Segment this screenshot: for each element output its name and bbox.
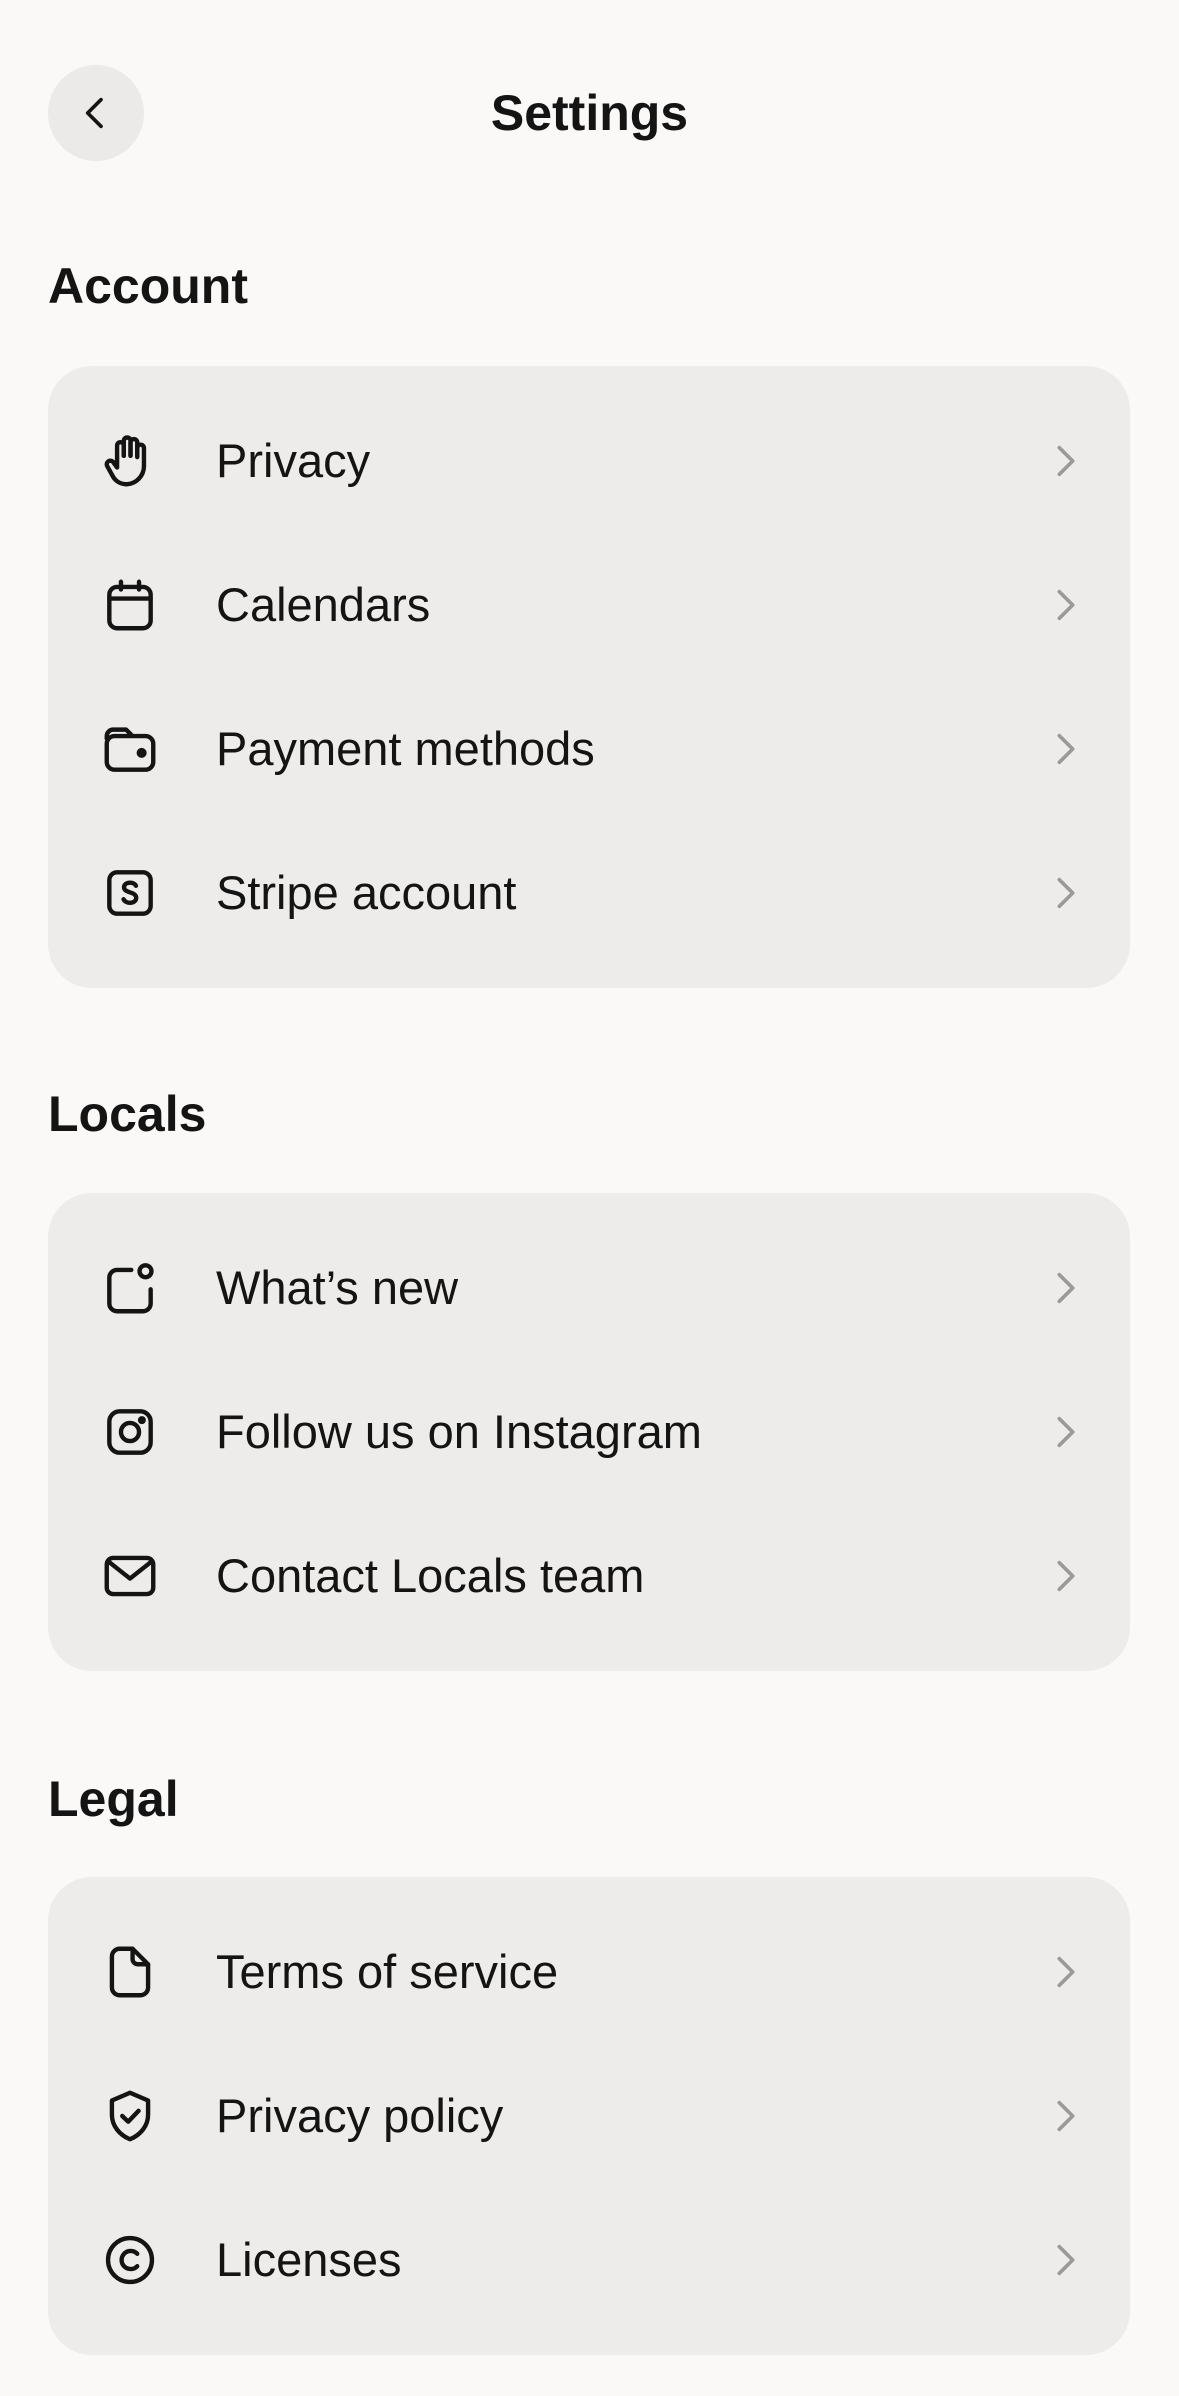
instagram-icon xyxy=(98,1400,162,1464)
chevron-right-icon xyxy=(1046,2240,1086,2280)
copyright-icon xyxy=(98,2228,162,2292)
settings-item-licenses[interactable]: Licenses xyxy=(48,2188,1130,2332)
settings-item-label: Privacy policy xyxy=(216,2089,504,2142)
settings-item-whats-new[interactable]: What’s new xyxy=(48,1216,1130,1360)
chevron-right-icon xyxy=(1046,441,1086,481)
page-title: Settings xyxy=(490,85,689,141)
locals-card: What’s new Follow us on Instagram Contac… xyxy=(48,1193,1130,1671)
settings-item-contact[interactable]: Contact Locals team xyxy=(48,1504,1130,1648)
chevron-right-icon xyxy=(1046,2096,1086,2136)
calendar-icon xyxy=(98,573,162,637)
settings-item-privacy[interactable]: Privacy xyxy=(48,389,1130,533)
section-title-account: Account xyxy=(48,258,248,314)
header: Settings xyxy=(0,0,1179,224)
shield-check-icon xyxy=(98,2084,162,2148)
settings-item-stripe-account[interactable]: Stripe account xyxy=(48,821,1130,965)
chevron-right-icon xyxy=(1046,1268,1086,1308)
settings-item-label: Contact Locals team xyxy=(216,1549,645,1602)
settings-item-label: Follow us on Instagram xyxy=(216,1405,702,1458)
chevron-right-icon xyxy=(1046,729,1086,769)
section-title-locals: Locals xyxy=(48,1086,207,1142)
mail-icon xyxy=(98,1544,162,1608)
settings-item-label: Stripe account xyxy=(216,866,517,919)
settings-item-terms[interactable]: Terms of service xyxy=(48,1900,1130,2044)
settings-item-instagram[interactable]: Follow us on Instagram xyxy=(48,1360,1130,1504)
settings-item-label: Payment methods xyxy=(216,722,595,775)
settings-item-label: What’s new xyxy=(216,1261,459,1314)
chevron-right-icon xyxy=(1046,873,1086,913)
chevron-right-icon xyxy=(1046,585,1086,625)
settings-item-privacy-policy[interactable]: Privacy policy xyxy=(48,2044,1130,2188)
wallet-icon xyxy=(98,717,162,781)
hand-icon xyxy=(98,429,162,493)
chevron-right-icon xyxy=(1046,1556,1086,1596)
chevron-right-icon xyxy=(1046,1952,1086,1992)
settings-item-label: Calendars xyxy=(216,578,431,631)
chevron-right-icon xyxy=(1046,1412,1086,1452)
document-icon xyxy=(98,1940,162,2004)
settings-item-label: Terms of service xyxy=(216,1945,559,1998)
settings-item-label: Licenses xyxy=(216,2233,402,2286)
settings-item-label: Privacy xyxy=(216,434,371,487)
settings-item-calendars[interactable]: Calendars xyxy=(48,533,1130,677)
section-title-legal: Legal xyxy=(48,1771,179,1827)
settings-item-payment-methods[interactable]: Payment methods xyxy=(48,677,1130,821)
stripe-icon xyxy=(98,861,162,925)
legal-card: Terms of service Privacy policy Licenses xyxy=(48,1877,1130,2355)
account-card: Privacy Calendars Payment methods Stripe… xyxy=(48,366,1130,988)
notification-icon xyxy=(98,1256,162,1320)
